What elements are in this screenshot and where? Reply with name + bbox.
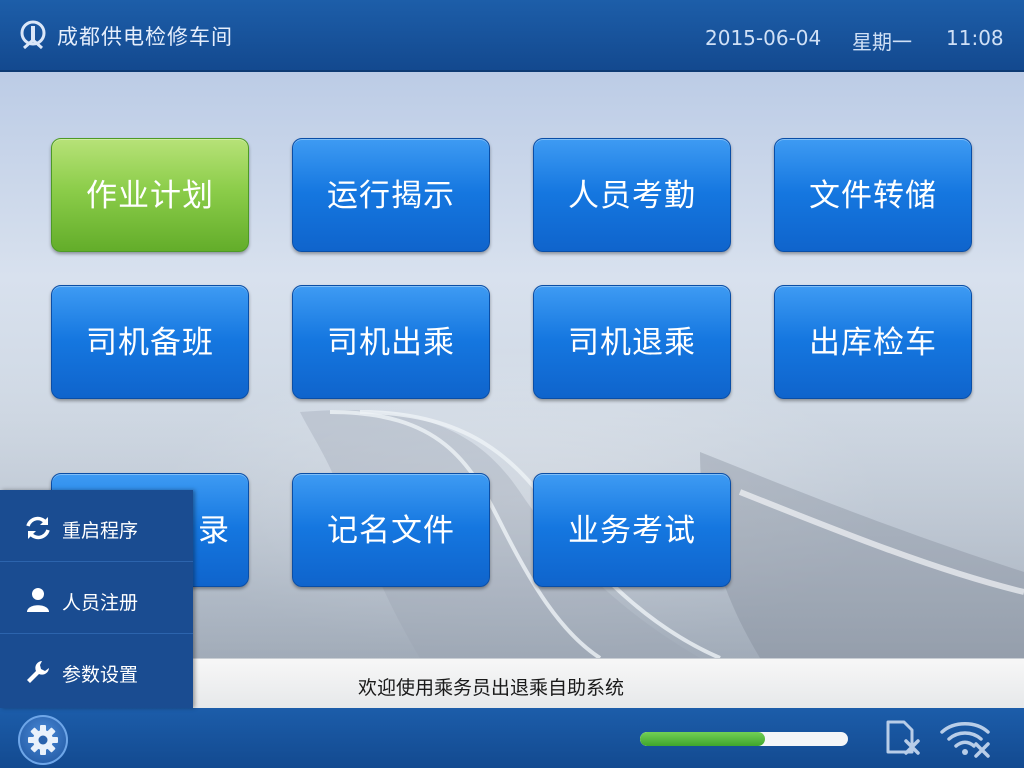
tile-business-exam[interactable]: 业务考试: [533, 473, 731, 587]
tile-driver-standby[interactable]: 司机备班: [51, 285, 249, 399]
tile-work-plan[interactable]: 作业计划: [51, 138, 249, 252]
app-title: 成都供电检修车间: [57, 25, 233, 49]
railway-logo-icon: [20, 20, 46, 50]
wifi-disconnected-icon: [940, 722, 990, 758]
menu-item-label: 重启程序: [62, 520, 139, 542]
header-time: 11:08: [946, 26, 1004, 50]
header-bar: 成都供电检修车间 2015-06-04 星期一 11:08: [0, 0, 1024, 72]
header-date: 2015-06-04: [705, 26, 822, 50]
menu-item-label: 人员注册: [62, 592, 139, 614]
footer-bar: [0, 708, 1024, 768]
tile-depot-inspection[interactable]: 出库检车: [774, 285, 972, 399]
tile-driver-return[interactable]: 司机退乘: [533, 285, 731, 399]
progress-bar: [640, 732, 848, 746]
tile-named-files[interactable]: 记名文件: [292, 473, 490, 587]
refresh-icon: [26, 516, 50, 540]
gear-icon: [28, 725, 58, 755]
welcome-text: 欢迎使用乘务员出退乘自助系统: [358, 677, 625, 699]
menu-item-parameter-settings[interactable]: 参数设置: [0, 634, 193, 706]
sd-card-error-icon: [886, 720, 920, 755]
tile-driver-departure[interactable]: 司机出乘: [292, 285, 490, 399]
tile-file-dump[interactable]: 文件转储: [774, 138, 972, 252]
menu-item-user-registration[interactable]: 人员注册: [0, 562, 193, 634]
wrench-icon: [27, 661, 49, 683]
side-menu: 重启程序 人员注册 参数设置: [0, 490, 193, 708]
tile-operation-notice[interactable]: 运行揭示: [292, 138, 490, 252]
menu-item-restart-program[interactable]: 重启程序: [0, 490, 193, 562]
settings-button[interactable]: [18, 715, 68, 765]
tile-record-label: 录: [198, 513, 230, 549]
user-icon: [27, 588, 49, 612]
menu-item-label: 参数设置: [62, 664, 139, 686]
header-weekday: 星期一: [852, 30, 912, 54]
progress-fill: [640, 732, 765, 746]
tile-attendance[interactable]: 人员考勤: [533, 138, 731, 252]
